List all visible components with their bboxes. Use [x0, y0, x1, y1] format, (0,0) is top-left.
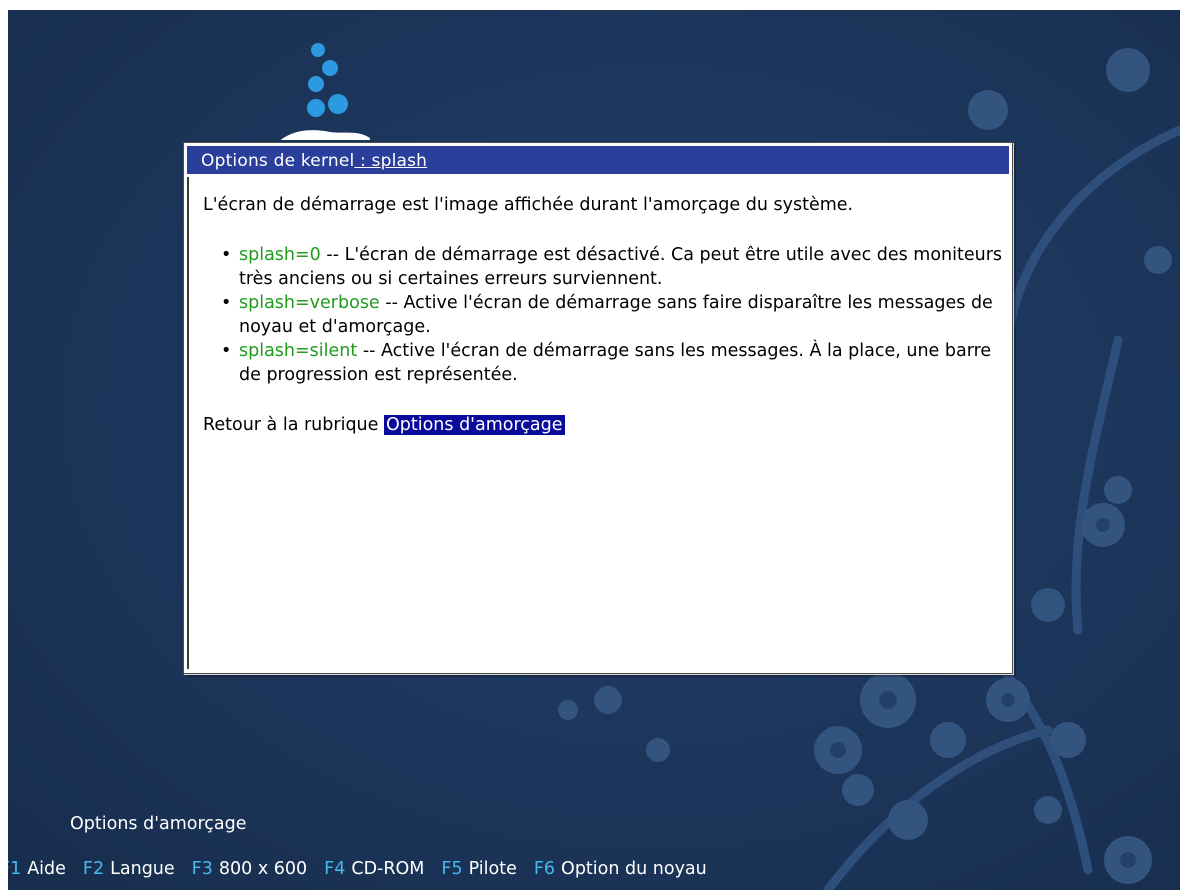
fkey-text: Pilote — [468, 859, 517, 879]
option-description: -- L'écran de démarrage est désactivé. C… — [239, 245, 1003, 289]
fkey-resolution[interactable]: F3 800 x 600 — [192, 859, 308, 879]
function-key-bar: F1Aide F2Langue F3800 x 600 F4CD-ROM F5P… — [8, 856, 724, 882]
help-dialog: Options de kernel : splash L'écran de dé… — [183, 142, 1013, 674]
bullet: • — [221, 293, 232, 313]
fkey-label: F2 — [82, 859, 105, 879]
fkey-help[interactable]: F1Aide — [8, 859, 66, 879]
fkey-language[interactable]: F2 Langue — [83, 859, 175, 879]
fkey-label: F5 — [441, 859, 463, 879]
option-keyword: splash=0 — [239, 245, 321, 265]
fkey-kernel-options[interactable]: F6 Option du noyau — [534, 859, 707, 879]
option-keyword: splash=silent — [239, 341, 358, 361]
dialog-title-text: Options de kernel — [201, 151, 355, 171]
dialog-title-topic: : splash — [354, 151, 428, 171]
intro-paragraph: L'écran de démarrage est l'image affiché… — [203, 195, 854, 215]
fkey-label: F1 — [8, 859, 22, 879]
boot-menu-title: Options d'amorçage — [70, 814, 247, 834]
bullet: • — [221, 341, 232, 361]
fkey-label: F4 — [324, 859, 346, 879]
mageia-logo-icon — [280, 43, 370, 140]
bullet: • — [221, 245, 232, 265]
back-prefix: Retour à la rubrique — [203, 415, 384, 435]
fkey-source[interactable]: F4 CD-ROM — [324, 859, 424, 879]
fkey-text: CD-ROM — [351, 859, 425, 879]
list-item: • splash=0 -- L'écran de démarrage est dé… — [203, 243, 1007, 291]
fkey-text: 800 x 600 — [218, 859, 308, 879]
options-list: • splash=0 -- L'écran de démarrage est dé… — [203, 243, 1009, 387]
fkey-text: Aide — [27, 859, 66, 879]
list-item: • splash=silent -- Active l'écran de déma… — [203, 339, 1007, 387]
fkey-label: F6 — [533, 859, 556, 879]
fkey-driver[interactable]: F5 Pilote — [441, 859, 516, 879]
fkey-text: Langue — [110, 859, 175, 879]
back-line: Retour à la rubrique Options d'amorçage — [203, 413, 973, 437]
fkey-label: F3 — [191, 859, 213, 879]
back-link[interactable]: Options d'amorçage — [383, 415, 565, 435]
dialog-content: L'écran de démarrage est l'image affiché… — [187, 177, 1009, 669]
option-keyword: splash=verbose — [239, 293, 380, 313]
dialog-title-bar: Options de kernel : splash — [187, 146, 1009, 174]
fkey-text: Option du noyau — [561, 859, 707, 879]
boot-screen: Options de kernel : splash L'écran de dé… — [8, 10, 1180, 890]
list-item: • splash=verbose -- Active l'écran de dém… — [203, 291, 1007, 339]
